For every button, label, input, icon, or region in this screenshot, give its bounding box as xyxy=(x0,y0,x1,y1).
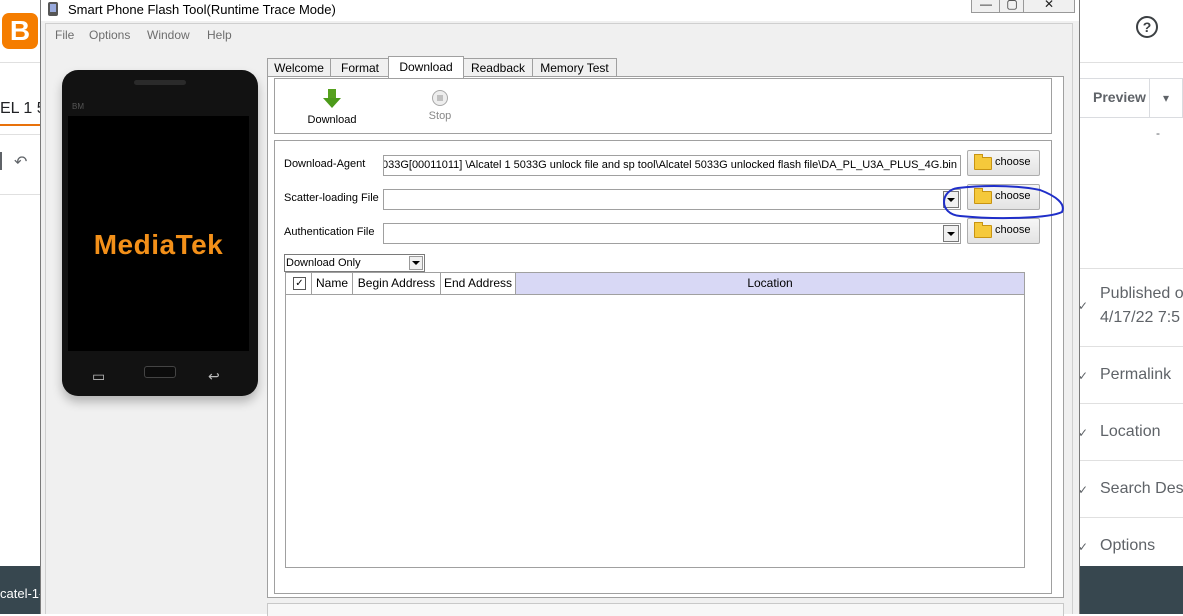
auth-file-label: Authentication File xyxy=(284,226,375,238)
title-underline xyxy=(0,124,40,126)
table-header: ✓ Name Begin Address End Address Locatio… xyxy=(286,273,1024,295)
download-agent-field[interactable]: l 1 5033G[00011011] \Alcatel 1 5033G unl… xyxy=(383,155,961,176)
choose-button-label: choose xyxy=(995,156,1031,168)
blogger-logo-icon[interactable]: B xyxy=(2,13,38,49)
settings-item-label: Options xyxy=(1100,537,1156,554)
client-area: BM MediaTek ▭ ↩ Welcome Format Download … xyxy=(45,45,1073,616)
minimize-button[interactable]: — xyxy=(971,0,1001,13)
settings-item-search-description[interactable]: ✓ Search Desc xyxy=(1078,460,1183,517)
undo-icon[interactable]: ↶ xyxy=(14,152,27,172)
taskbar-item-text[interactable]: catel-1- xyxy=(0,586,43,601)
select-all-header[interactable]: ✓ xyxy=(286,273,312,294)
preview-dropdown-button[interactable]: ▾ xyxy=(1149,78,1183,118)
download-mode-select[interactable]: Download Only xyxy=(284,254,425,272)
settings-item-label: Search Desc xyxy=(1100,480,1183,497)
chevron-down-icon xyxy=(409,256,423,270)
phone-brand: BM xyxy=(72,102,84,111)
folder-icon xyxy=(974,154,992,170)
home-key-icon xyxy=(144,366,176,378)
mediatek-logo: MediaTek xyxy=(93,229,224,260)
settings-item-permalink[interactable]: ✓ Permalink xyxy=(1078,346,1183,403)
choose-button-label: choose xyxy=(995,224,1031,236)
preview-button[interactable]: Preview xyxy=(1078,78,1150,118)
taskbar-right xyxy=(1078,566,1183,614)
menu-help[interactable]: Help xyxy=(207,28,232,42)
background-right-panel: ? Preview ▾ - ✓ Published o 4/17/22 7:5 … xyxy=(1078,0,1183,614)
post-title-fragment[interactable]: EL 1 5 xyxy=(0,100,46,118)
tab-download[interactable]: Download xyxy=(388,56,464,78)
download-agent-choose-button[interactable]: choose xyxy=(967,150,1040,176)
tab-format[interactable]: Format xyxy=(330,58,390,77)
tab-welcome[interactable]: Welcome xyxy=(267,58,331,77)
column-name[interactable]: Name xyxy=(312,273,353,294)
phone-image: BM MediaTek ▭ ↩ xyxy=(62,70,258,396)
settings-item-published[interactable]: ✓ Published o 4/17/22 7:5 xyxy=(1078,268,1183,326)
menu-key-icon: ▭ xyxy=(92,368,106,384)
phone-speaker xyxy=(134,80,186,85)
stop-button[interactable]: Stop xyxy=(410,89,470,122)
menu-bar: File Options Window Help xyxy=(45,23,1073,46)
tab-readback[interactable]: Readback xyxy=(463,58,533,77)
auth-file-choose-button[interactable]: choose xyxy=(967,218,1040,244)
dash-text: - xyxy=(1156,126,1160,140)
partition-table: ✓ Name Begin Address End Address Locatio… xyxy=(285,272,1025,568)
scatter-file-choose-button[interactable]: choose xyxy=(967,184,1040,210)
download-arrow-icon xyxy=(323,89,341,108)
folder-icon xyxy=(974,222,992,238)
menu-file[interactable]: File xyxy=(55,28,74,42)
download-mode-value: Download Only xyxy=(286,257,361,269)
action-toolbar: Download Stop xyxy=(274,78,1052,134)
choose-button-label: choose xyxy=(995,190,1031,202)
chevron-down-icon[interactable] xyxy=(943,191,959,208)
scatter-file-label: Scatter-loading File xyxy=(284,192,379,204)
column-location[interactable]: Location xyxy=(516,273,1024,294)
download-agent-label: Download-Agent xyxy=(284,158,366,170)
divider xyxy=(1078,62,1183,63)
cursor-bar xyxy=(0,152,2,170)
menu-options[interactable]: Options xyxy=(89,28,130,42)
tab-memory-test[interactable]: Memory Test xyxy=(532,58,617,77)
menu-window[interactable]: Window xyxy=(147,28,190,42)
download-button[interactable]: Download xyxy=(302,89,362,126)
download-form: Download-Agent l 1 5033G[00011011] \Alca… xyxy=(274,140,1052,594)
status-panel xyxy=(267,603,1064,616)
download-button-label: Download xyxy=(307,114,357,126)
column-end-address[interactable]: End Address xyxy=(441,273,516,294)
flash-tool-window: Smart Phone Flash Tool(Runtime Trace Mod… xyxy=(40,0,1080,616)
select-all-checkbox[interactable]: ✓ xyxy=(293,277,306,290)
auth-file-combo[interactable] xyxy=(383,223,961,244)
stop-icon xyxy=(432,90,448,106)
preview-button-label: Preview xyxy=(1093,89,1146,105)
settings-item-location[interactable]: ✓ Location xyxy=(1078,403,1183,460)
scatter-file-combo[interactable] xyxy=(383,189,961,210)
app-icon xyxy=(48,2,58,16)
settings-item-label: Published o xyxy=(1100,285,1183,302)
stop-button-label: Stop xyxy=(428,110,452,122)
settings-item-sublabel: 4/17/22 7:5 xyxy=(1100,309,1181,326)
maximize-button[interactable]: ▢ xyxy=(999,0,1025,13)
settings-item-label: Permalink xyxy=(1100,366,1172,383)
window-title: Smart Phone Flash Tool(Runtime Trace Mod… xyxy=(68,2,336,17)
back-key-icon: ↩ xyxy=(208,368,220,384)
settings-item-label: Location xyxy=(1100,423,1161,440)
close-button[interactable]: ✕ xyxy=(1023,0,1075,13)
column-begin-address[interactable]: Begin Address xyxy=(353,273,441,294)
phone-screen: MediaTek xyxy=(68,116,249,351)
chevron-down-icon[interactable] xyxy=(943,225,959,242)
folder-icon xyxy=(974,188,992,204)
title-bar[interactable]: Smart Phone Flash Tool(Runtime Trace Mod… xyxy=(41,0,1079,21)
download-agent-path: l 1 5033G[00011011] \Alcatel 1 5033G unl… xyxy=(383,159,957,171)
download-tab-panel: Download Stop Download-Agent l 1 5033G[0… xyxy=(267,76,1064,598)
help-icon[interactable]: ? xyxy=(1136,16,1158,38)
